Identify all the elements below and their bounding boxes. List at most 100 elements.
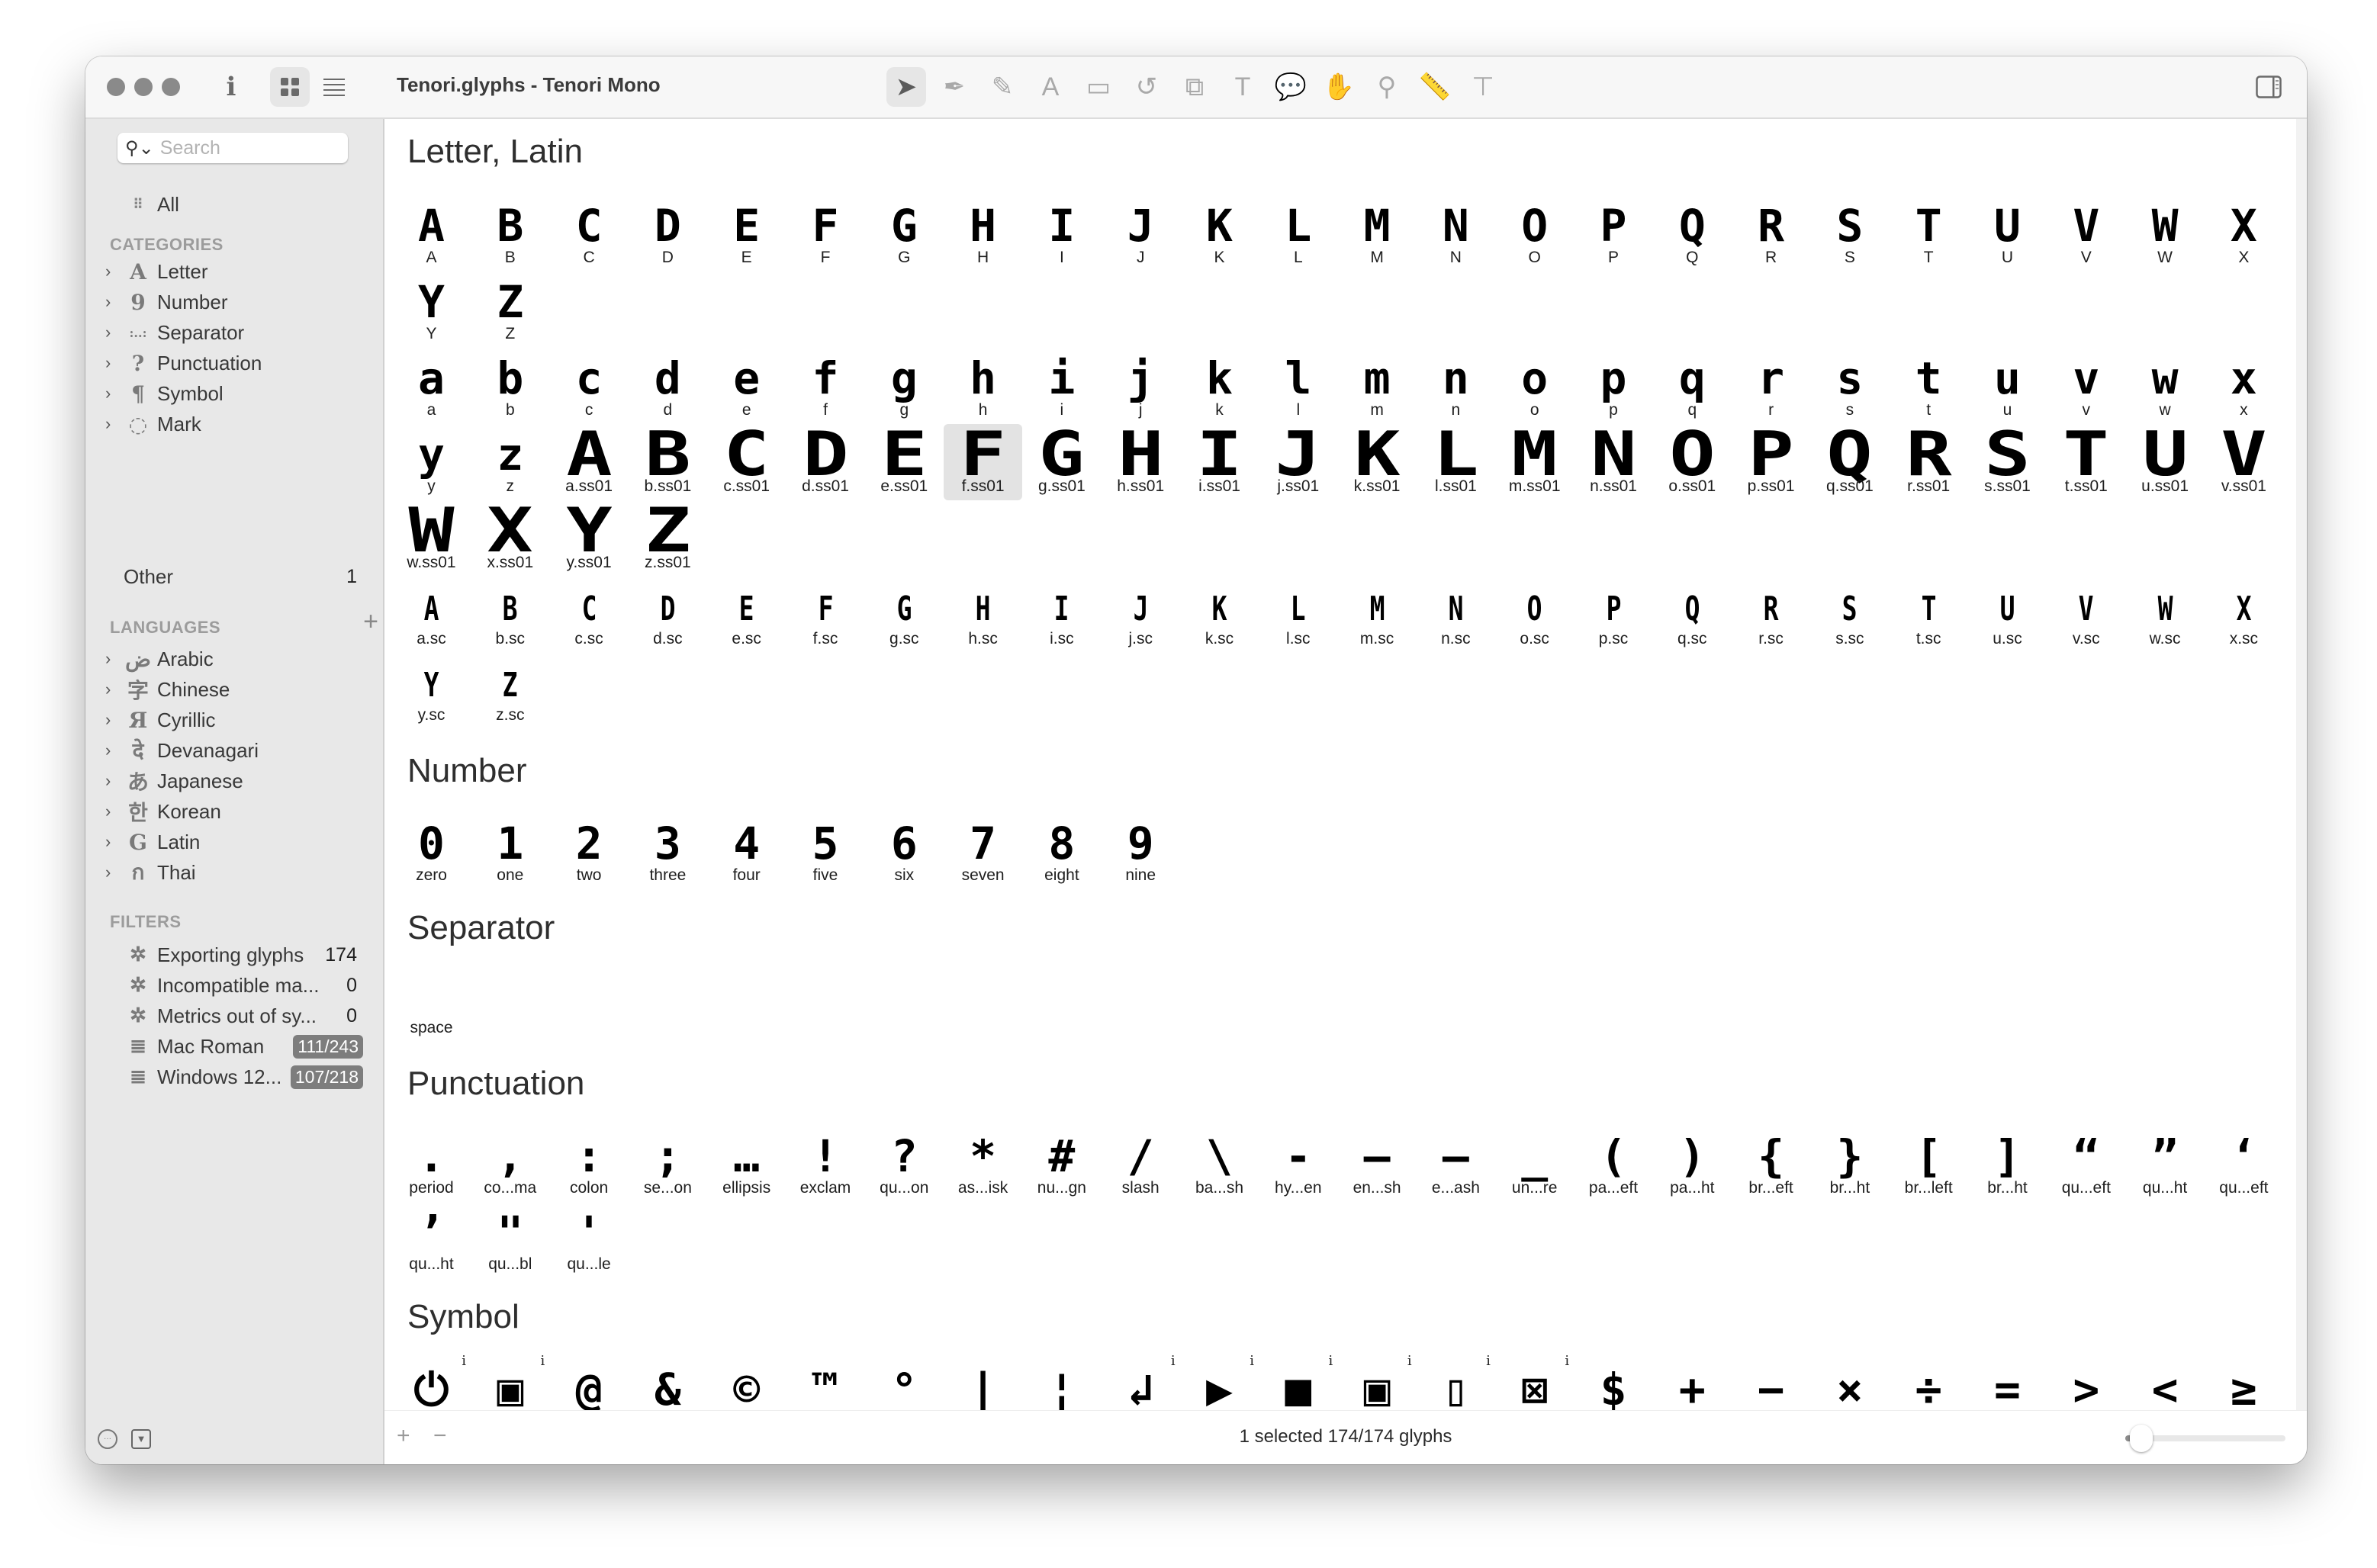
chevron-right-icon[interactable]: › — [105, 832, 124, 852]
glyph-cell[interactable]: ÷divide — [1890, 1359, 1968, 1411]
glyph-cell[interactable]: 5 five — [786, 813, 865, 889]
glyph-cell[interactable]: QQ — [1653, 195, 1732, 272]
glyph-cell[interactable]: ’ qu...ht — [392, 1202, 471, 1278]
sidebar-item-devanagari[interactable]: › दे Devanagari — [85, 735, 383, 766]
chevron-right-icon[interactable]: › — [105, 384, 124, 403]
glyph-cell[interactable]: ww — [2126, 348, 2205, 424]
sidebar-filter-item[interactable]: ✲ Exporting glyphs 174 — [85, 940, 383, 970]
glyph-cell[interactable]: PP — [1574, 195, 1653, 272]
glyph-cell[interactable]: AA — [392, 195, 471, 272]
measure-tool-button[interactable]: 📏 — [1415, 67, 1455, 107]
chevron-right-icon[interactable]: › — [105, 710, 124, 730]
glyph-cell[interactable]: qq — [1653, 348, 1732, 424]
glyph-cell[interactable]: pp — [1574, 348, 1653, 424]
glyph-cell[interactable]: =equal — [1968, 1359, 2047, 1411]
glyph-cell[interactable]: °degree — [865, 1359, 944, 1411]
glyph-cell[interactable]: Ff.sc — [786, 577, 865, 653]
glyph-cell[interactable]: OO — [1495, 195, 1574, 272]
glyph-cell[interactable]: mm — [1338, 348, 1417, 424]
glyph-cell[interactable]: cc — [550, 348, 629, 424]
glyph-cell[interactable]: Dd.sc — [629, 577, 707, 653]
glyph-size-slider[interactable] — [2125, 1425, 2285, 1452]
rectangle-tool-button[interactable]: ▭ — [1079, 67, 1118, 107]
glyph-cell[interactable]: 8 eight — [1022, 813, 1101, 889]
chevron-right-icon[interactable]: › — [105, 353, 124, 373]
sidebar-item-number[interactable]: › 9 Number — [85, 287, 383, 317]
glyph-cell[interactable]: Pp.ss01 — [1732, 424, 1810, 500]
glyph-cell[interactable]: Aa.ss01 — [550, 424, 629, 500]
glyph-cell[interactable]: ™tr...ark — [786, 1359, 865, 1411]
glyph-cell[interactable]: Yy.sc — [392, 653, 471, 729]
glyph-cell[interactable]: aa — [392, 348, 471, 424]
glyph-cell[interactable]: −minus — [1732, 1359, 1810, 1411]
glyph-cell[interactable]: dd — [629, 348, 707, 424]
glyph-cell[interactable]: ! exclam — [786, 1126, 865, 1202]
chevron-right-icon[interactable]: › — [105, 741, 124, 760]
glyph-cell[interactable]: # nu...gn — [1022, 1126, 1101, 1202]
glyph-cell[interactable]: uu — [1968, 348, 2047, 424]
glyph-cell[interactable]: ss — [1810, 348, 1889, 424]
glyph-cell[interactable]: ? qu...on — [865, 1126, 944, 1202]
glyph-cell[interactable]: Yy.ss01 — [550, 500, 629, 577]
glyph-cell[interactable]: NN — [1417, 195, 1495, 272]
glyph-cell[interactable]: TT — [1890, 195, 1968, 272]
glyph-cell[interactable]: Dd.ss01 — [786, 424, 865, 500]
scale-tool-button[interactable]: ⧉ — [1175, 67, 1214, 107]
glyph-cell[interactable]: ▶pl...btni — [1180, 1353, 1259, 1411]
glyph-cell[interactable]: Gg.ss01 — [1022, 424, 1101, 500]
glyph-cell[interactable]: Ss.sc — [1810, 577, 1889, 653]
sidebar-filter-item[interactable]: ✲ Incompatible ma... 0 — [85, 970, 383, 1001]
glyph-cell[interactable]: - hy...en — [1259, 1126, 1337, 1202]
glyph-cell[interactable]: Mm.ss01 — [1495, 424, 1574, 500]
glyph-cell[interactable]: xx — [2205, 348, 2283, 424]
glyph-cell[interactable]: +plus — [1653, 1359, 1732, 1411]
glyph-cell[interactable]: 3 three — [629, 813, 707, 889]
glyph-cell[interactable]: EE — [707, 195, 786, 272]
chevron-right-icon[interactable]: › — [105, 323, 124, 342]
hand-tool-button[interactable]: ✋ — [1319, 67, 1359, 107]
chevron-right-icon[interactable]: › — [105, 649, 124, 669]
glyph-cell[interactable]: >gr...ter — [2047, 1359, 2125, 1411]
chevron-right-icon[interactable]: › — [105, 863, 124, 882]
glyph-cell[interactable]: ■st...btni — [1259, 1353, 1337, 1411]
glyph-cell[interactable]: Kk.sc — [1180, 577, 1259, 653]
glyph-cell[interactable]: 1 one — [471, 813, 549, 889]
glyph-cell[interactable]: Cc.sc — [550, 577, 629, 653]
sidebar-item-other[interactable]: Other 1 — [85, 561, 383, 592]
glyph-cell[interactable]: Nn.ss01 — [1574, 424, 1653, 500]
chevron-right-icon[interactable]: › — [105, 802, 124, 821]
glyph-cell[interactable]: Cc.ss01 — [707, 424, 786, 500]
glyph-cell[interactable]: &a...and — [629, 1359, 707, 1411]
glyph-cell[interactable]: XX — [2205, 195, 2283, 272]
glyph-cell[interactable]: Hh.sc — [944, 577, 1022, 653]
sidebar-item-symbol[interactable]: › ¶ Symbol — [85, 378, 383, 409]
glyph-cell[interactable]: Ww.ss01 — [392, 500, 471, 577]
glyph-cell[interactable]: 9 nine — [1102, 813, 1180, 889]
glyph-cell[interactable]: oo — [1495, 348, 1574, 424]
chevron-right-icon[interactable]: › — [105, 414, 124, 434]
glyph-cell[interactable]: ff — [786, 348, 865, 424]
glyph-cell[interactable]: tt — [1890, 348, 1968, 424]
glyph-cell[interactable]: gg — [865, 348, 944, 424]
glyph-cell[interactable]: ) pa...ht — [1653, 1126, 1732, 1202]
glyph-cell[interactable]: hh — [944, 348, 1022, 424]
glyph-cell[interactable]: / slash — [1102, 1126, 1180, 1202]
sidebar-item-letter[interactable]: › A Letter — [85, 256, 383, 287]
glyph-cell[interactable]: ¦br...ar — [1022, 1359, 1101, 1411]
glyph-cell[interactable]: VV — [2047, 195, 2125, 272]
glyph-cell[interactable]: \ ba...sh — [1180, 1126, 1259, 1202]
glyph-cell[interactable]: Aa.sc — [392, 577, 471, 653]
glyph-cell[interactable]: Uu.ss01 — [2126, 424, 2205, 500]
glyph-cell[interactable]: YY — [392, 272, 471, 348]
sidebar-item-thai[interactable]: › ก Thai — [85, 857, 383, 888]
glyph-cell[interactable]: ee — [707, 348, 786, 424]
sidebar-options-icon[interactable]: ··· — [98, 1429, 117, 1449]
chevron-right-icon[interactable]: › — [105, 292, 124, 312]
glyph-cell[interactable]: Vv.ss01 — [2205, 424, 2283, 500]
glyph-cell[interactable]: ; se...on — [629, 1126, 707, 1202]
glyph-cell[interactable]: 4 four — [707, 813, 786, 889]
glyph-cell[interactable]: – en...sh — [1338, 1126, 1417, 1202]
select-tool-button[interactable]: ➤ — [886, 67, 926, 107]
slider-knob[interactable] — [2130, 1425, 2153, 1452]
sidebar-item-chinese[interactable]: › 字 Chinese — [85, 674, 383, 705]
